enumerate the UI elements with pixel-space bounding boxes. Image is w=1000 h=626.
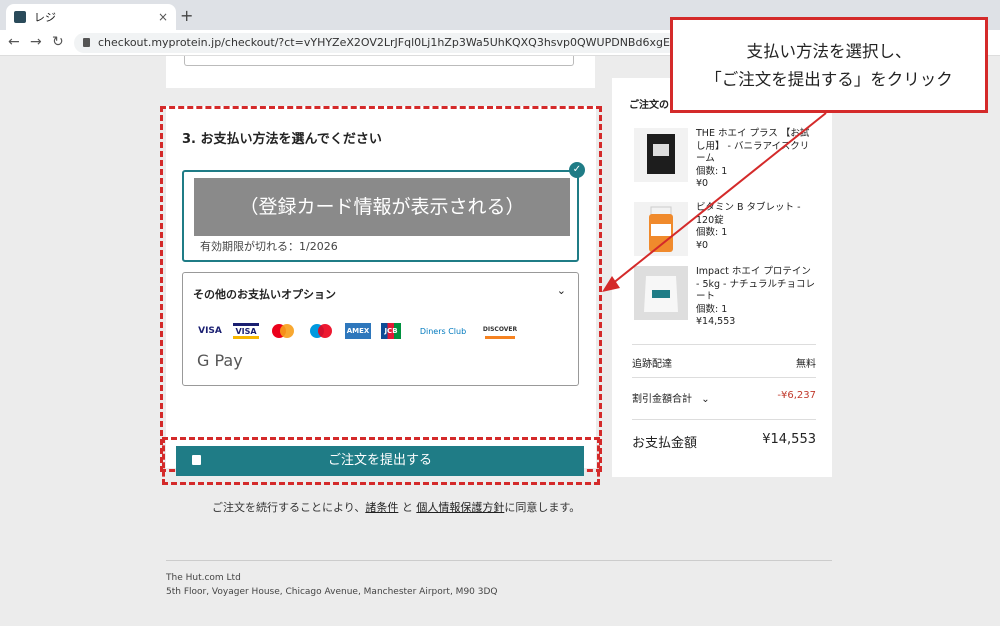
annotation-line-2: 「ご注文を提出する」をクリック: [705, 70, 953, 89]
annotation-line-1: 支払い方法を選択し、: [746, 42, 912, 61]
annotation-callout: 支払い方法を選択し、 「ご注文を提出する」をクリック: [670, 17, 988, 113]
